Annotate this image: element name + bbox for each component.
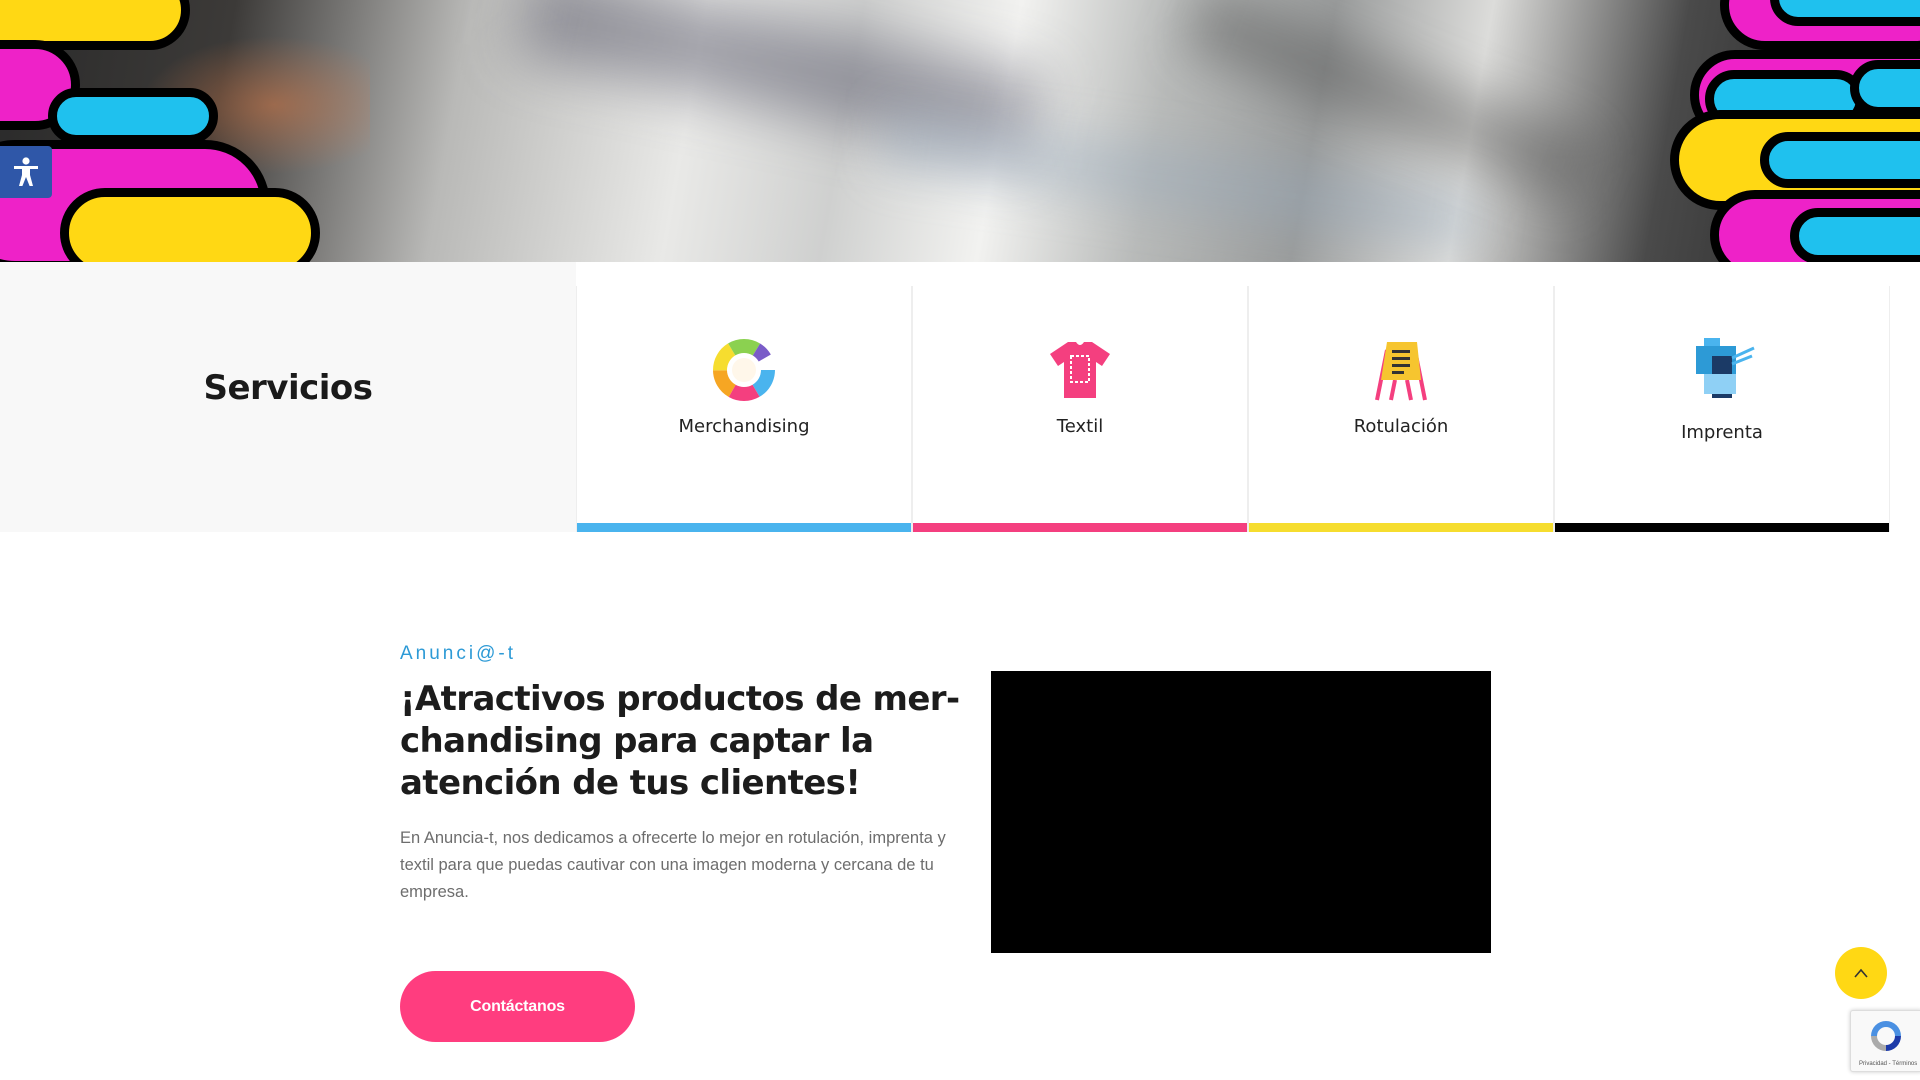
decor-pill: [1760, 132, 1920, 188]
services-title-box: Servicios: [0, 262, 576, 532]
service-label: Imprenta: [1681, 422, 1763, 443]
chevron-up-icon: [1854, 968, 1868, 978]
accent-bar: [913, 523, 1247, 532]
decor-pill: [1790, 208, 1920, 262]
accent-bar: [1249, 523, 1553, 532]
accessibility-button[interactable]: [0, 146, 52, 198]
hero-banner: [0, 0, 1920, 262]
service-label: Rotulación: [1353, 416, 1449, 437]
recaptcha-badge[interactable]: Privacidad - Términos: [1850, 1010, 1920, 1072]
scroll-to-top-button[interactable]: [1835, 947, 1887, 999]
printer-icon: [1696, 338, 1755, 398]
service-card-textil[interactable]: Textil: [912, 286, 1248, 532]
accessibility-person-icon: [14, 157, 38, 186]
section-headline: ¡Atractivos productos de mer-chandising …: [400, 679, 960, 803]
contact-button[interactable]: Contáctanos: [400, 971, 635, 1042]
section-eyebrow: Anunci@-t: [400, 643, 516, 664]
accent-bar: [577, 523, 911, 532]
service-label: Merchandising: [678, 416, 810, 437]
decor-pill: [1770, 0, 1920, 26]
accent-bar: [1555, 523, 1889, 532]
service-card-merchandising[interactable]: Merchandising: [576, 286, 912, 532]
recaptcha-icon: [1871, 1021, 1901, 1051]
tshirt-icon: [1050, 342, 1110, 398]
video-player[interactable]: [991, 671, 1491, 953]
decor-pill: [48, 88, 218, 144]
services-title: Servicios: [203, 368, 373, 408]
recaptcha-links: Privacidad - Términos: [1859, 1061, 1918, 1067]
decor-pill: [60, 188, 320, 262]
service-card-rotulacion[interactable]: Rotulación: [1248, 286, 1554, 532]
service-card-imprenta[interactable]: Imprenta: [1554, 286, 1890, 532]
section-description: En Anuncia-t, nos dedicamos a ofrecerte …: [400, 829, 946, 901]
sign-board-icon: [1375, 342, 1427, 401]
decor-pill: [1850, 60, 1920, 116]
services-section: Servicios Merchandising Textil Rotulació…: [0, 262, 1920, 532]
service-label: Textil: [1056, 416, 1104, 437]
color-wheel-icon: [713, 339, 775, 401]
